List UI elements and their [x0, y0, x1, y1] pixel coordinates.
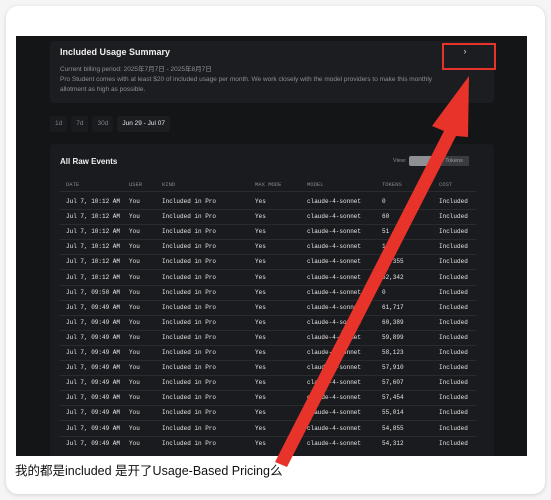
arrow-shape — [275, 76, 469, 467]
forum-post: Included Usage Summary Current billing p… — [0, 0, 551, 500]
screenshot-card: Included Usage Summary Current billing p… — [6, 6, 545, 494]
post-caption: 我的都是included 是开了Usage-Based Pricing么 — [15, 464, 283, 478]
red-arrow-annotation — [275, 76, 469, 467]
